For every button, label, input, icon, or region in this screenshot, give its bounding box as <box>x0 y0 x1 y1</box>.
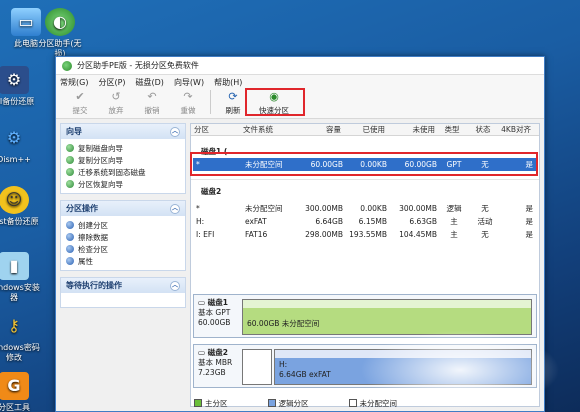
wipe-icon <box>66 233 74 241</box>
title-bar[interactable]: 分区助手PE版 - 无损分区免费软件 <box>56 57 544 75</box>
quick-partition-highlight <box>245 88 305 116</box>
check-icon <box>66 245 74 253</box>
collapse-icon[interactable]: ︿ <box>170 126 180 137</box>
copy-disk-icon <box>66 144 74 152</box>
disk2-map[interactable]: ▭ 磁盘2 基本 MBR 7.23GB H: 6.64GB exFAT <box>193 344 537 388</box>
logical-swatch <box>267 399 276 407</box>
discard-button[interactable]: ↺ 放弃 <box>98 89 134 116</box>
undo-icon: ↺ <box>111 89 121 103</box>
primary-swatch <box>194 399 202 407</box>
left-panel: 向导 ︿ 复制磁盘向导 复制分区向导 迁移系统到固态磁盘 分区恢复向导 分区操作… <box>60 123 186 314</box>
collapse-icon[interactable]: ︿ <box>170 203 180 214</box>
redo-button[interactable]: ↷ 重做 <box>170 89 206 116</box>
disk1-row-highlight <box>190 152 538 176</box>
pending-ops-section: 等待执行的操作 ︿ <box>60 277 186 308</box>
table-header: 分区 文件系统 容量 已使用 未使用 类型 状态 4KB对齐 <box>191 124 539 136</box>
wizard-section: 向导 ︿ 复制磁盘向导 复制分区向导 迁移系统到固态磁盘 分区恢复向导 <box>60 123 186 194</box>
commit-button[interactable]: ✔ 提交 <box>62 89 98 116</box>
desktop-icon-password[interactable]: ⚷ Windows密码修改 <box>0 312 40 363</box>
diskgenius-icon: G <box>0 372 29 400</box>
ghost-backup-icon: ⚙ <box>0 66 29 94</box>
wizard-section-header[interactable]: 向导 ︿ <box>61 124 185 139</box>
wizard-copy-partition[interactable]: 复制分区向导 <box>66 154 180 166</box>
partition-ops-header[interactable]: 分区操作 ︿ <box>61 201 185 216</box>
desktop-icon-ghost-backup[interactable]: ⚙ GI备份还原 <box>0 66 40 107</box>
disk-icon: ▭ <box>198 348 208 357</box>
create-icon <box>66 221 74 229</box>
disk2-map-label: ▭ 磁盘2 基本 MBR 7.23GB <box>198 348 233 377</box>
dism-icon: ⚙ <box>6 128 22 147</box>
menu-disk[interactable]: 磁盘(D) <box>136 77 164 88</box>
refresh-icon: ⟳ <box>228 89 238 103</box>
disk2-small-partition-bar[interactable] <box>242 349 272 385</box>
op-properties[interactable]: 属性 <box>66 255 180 267</box>
disk1-map-label: ▭ 磁盘1 基本 GPT 60.00GB <box>198 298 231 327</box>
wizard-copy-disk[interactable]: 复制磁盘向导 <box>66 142 180 154</box>
unallocated-swatch <box>348 399 357 407</box>
divider <box>191 179 539 180</box>
table-row[interactable]: * 未分配空间 300.00MB 0.00KB 300.00MB 逻辑 无 是 <box>193 202 537 215</box>
legend-unallocated: 未分配空间 <box>348 398 397 409</box>
op-check-partition[interactable]: 检查分区 <box>66 243 180 255</box>
disk2-h-partition-bar[interactable]: H: 6.64GB exFAT <box>274 349 532 385</box>
desktop-icon-dism[interactable]: ⚙ Dism++ <box>0 124 40 165</box>
info-icon <box>66 257 74 265</box>
partition-ops-section: 分区操作 ︿ 创建分区 擦除数据 检查分区 属性 <box>60 200 186 271</box>
toolbar-separator <box>210 90 211 114</box>
app-icon <box>62 60 72 71</box>
menu-general[interactable]: 常规(G) <box>60 77 88 88</box>
wizard-migrate-os[interactable]: 迁移系统到固态磁盘 <box>66 166 180 178</box>
desktop-icon-partition-assistant[interactable]: ◐ 分区助手(无损) <box>34 8 86 59</box>
menu-partition[interactable]: 分区(P) <box>98 77 125 88</box>
partition-assistant-icon: ◐ <box>45 8 75 36</box>
ghost-icon: ☺ <box>0 186 29 214</box>
menu-wizard[interactable]: 向导(W) <box>174 77 204 88</box>
desktop-icon-ghost[interactable]: ☺ host备份还原 <box>0 186 40 227</box>
wizard-partition-recovery[interactable]: 分区恢复向导 <box>66 178 180 190</box>
collapse-icon[interactable]: ︿ <box>170 280 180 291</box>
menu-help[interactable]: 帮助(H) <box>214 77 242 88</box>
windows-installer-icon: ▮ <box>0 252 29 280</box>
disk2-header[interactable]: 磁盘2 <box>191 184 539 198</box>
key-icon: ⚷ <box>8 316 20 335</box>
table-row[interactable]: H: exFAT 6.64GB 6.15MB 6.63GB 主 活动 是 <box>193 215 537 228</box>
legend-logical: 逻辑分区 <box>267 398 309 409</box>
op-wipe-data[interactable]: 擦除数据 <box>66 231 180 243</box>
legend: 主分区 逻辑分区 未分配空间 <box>190 397 540 409</box>
disk-icon: ▭ <box>198 298 208 307</box>
migrate-icon <box>66 168 74 176</box>
disk1-map[interactable]: ▭ 磁盘1 基本 GPT 60.00GB 60.00GB 未分配空间 <box>193 294 537 338</box>
desktop-icon-diskgenius[interactable]: G 分区工具 <box>0 372 40 412</box>
redo-icon: ↷ <box>183 89 193 103</box>
table-row[interactable]: I: EFI FAT16 298.00MB 193.55MB 104.45MB … <box>193 228 537 241</box>
window-title: 分区助手PE版 - 无损分区免费软件 <box>77 61 199 70</box>
legend-primary: 主分区 <box>194 398 228 409</box>
undo-button[interactable]: ↶ 撤销 <box>134 89 170 116</box>
recovery-icon <box>66 180 74 188</box>
pending-ops-header[interactable]: 等待执行的操作 ︿ <box>61 278 185 293</box>
copy-partition-icon <box>66 156 74 164</box>
desktop-icon-windows-installer[interactable]: ▮ Windows安装器 <box>0 252 40 303</box>
menu-bar: 常规(G) 分区(P) 磁盘(D) 向导(W) 帮助(H) <box>56 75 544 89</box>
check-icon: ✔ <box>75 89 85 103</box>
op-create-partition[interactable]: 创建分区 <box>66 219 180 231</box>
back-icon: ↶ <box>147 89 157 103</box>
disk1-unallocated-bar[interactable]: 60.00GB 未分配空间 <box>242 299 532 335</box>
